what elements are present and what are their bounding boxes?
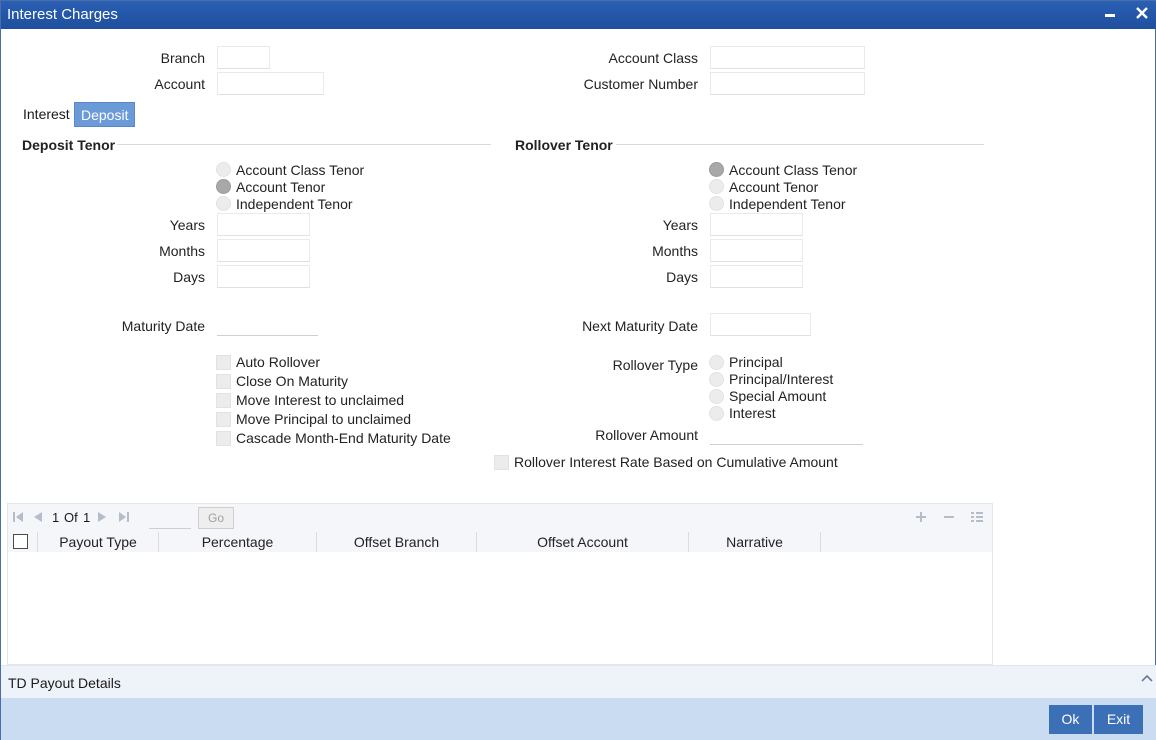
current-page: 1 bbox=[52, 510, 60, 525]
window-title: Interest Charges bbox=[7, 6, 118, 23]
close-icon[interactable] bbox=[1131, 4, 1153, 26]
action-bar: Ok Exit bbox=[1, 698, 1156, 740]
close-on-maturity-label: Close On Maturity bbox=[236, 373, 349, 389]
rollover-type-principal-radio[interactable] bbox=[709, 355, 724, 370]
col-offset-account[interactable]: Offset Account bbox=[477, 532, 689, 552]
title-bar: Interest Charges bbox=[1, 1, 1156, 29]
rollover-tenor-divider bbox=[616, 144, 984, 145]
next-maturity-date-label: Next Maturity Date bbox=[582, 318, 698, 334]
move-principal-unclaimed-checkbox[interactable] bbox=[216, 412, 231, 427]
rollover-account-tenor-radio[interactable] bbox=[709, 179, 724, 194]
rollover-account-tenor-label: Account Tenor bbox=[729, 179, 819, 195]
rollover-type-special-amount-label: Special Amount bbox=[729, 388, 827, 404]
rollover-type-interest-radio[interactable] bbox=[709, 406, 724, 421]
next-maturity-date-field[interactable] bbox=[710, 313, 811, 336]
col-percentage[interactable]: Percentage bbox=[159, 532, 317, 552]
deposit-tenor-heading: Deposit Tenor bbox=[22, 137, 116, 153]
deposit-years-field[interactable] bbox=[217, 213, 310, 236]
deposit-years-label: Years bbox=[169, 217, 205, 233]
branch-field[interactable] bbox=[217, 46, 270, 69]
account-class-field[interactable] bbox=[710, 46, 865, 69]
td-payout-grid: 1 Of 1 Go Payout Type Percentage Offset … bbox=[7, 503, 993, 665]
move-interest-unclaimed-label: Move Interest to unclaimed bbox=[236, 392, 405, 408]
add-row-icon[interactable] bbox=[914, 510, 928, 527]
select-all-cell bbox=[8, 532, 38, 552]
grid-pager: 1 Of 1 Go bbox=[8, 504, 992, 532]
tab-deposit[interactable]: Deposit bbox=[74, 102, 136, 127]
rollover-type-principal-label: Principal bbox=[729, 354, 783, 370]
prev-page-icon[interactable] bbox=[32, 511, 44, 526]
col-narrative[interactable]: Narrative bbox=[689, 532, 821, 552]
rollover-type-principal-interest-label: Principal/Interest bbox=[729, 371, 834, 387]
rollover-type-special-amount-radio[interactable] bbox=[709, 389, 724, 404]
rollover-days-field[interactable] bbox=[710, 265, 803, 288]
deposit-days-field[interactable] bbox=[217, 265, 310, 288]
cumulative-amount-checkbox[interactable] bbox=[494, 455, 509, 470]
deposit-months-label: Months bbox=[159, 243, 205, 259]
col-payout-type[interactable]: Payout Type bbox=[38, 532, 159, 552]
exit-button[interactable]: Exit bbox=[1094, 705, 1143, 734]
rollover-days-label: Days bbox=[666, 269, 698, 285]
minimize-icon[interactable] bbox=[1099, 4, 1121, 26]
next-page-icon[interactable] bbox=[96, 511, 108, 526]
total-pages: 1 bbox=[83, 510, 91, 525]
tab-interest[interactable]: Interest bbox=[17, 102, 76, 127]
ok-button[interactable]: Ok bbox=[1049, 705, 1092, 734]
rollover-amount-label: Rollover Amount bbox=[595, 427, 698, 443]
interest-charges-window: Interest Charges Branch Account Account … bbox=[0, 0, 1156, 740]
page-number-input[interactable] bbox=[149, 508, 191, 529]
rollover-type-interest-label: Interest bbox=[729, 405, 776, 421]
col-filler bbox=[821, 532, 992, 552]
rollover-tenor-heading: Rollover Tenor bbox=[515, 137, 613, 153]
deposit-tenor-divider bbox=[117, 144, 491, 145]
branch-label: Branch bbox=[160, 50, 205, 66]
td-payout-details-label: TD Payout Details bbox=[8, 675, 121, 691]
deposit-account-tenor-label: Account Tenor bbox=[236, 179, 326, 195]
rollover-independent-tenor-label: Independent Tenor bbox=[729, 196, 846, 212]
account-field[interactable] bbox=[217, 72, 324, 95]
account-class-label: Account Class bbox=[608, 50, 698, 66]
single-view-icon[interactable] bbox=[970, 510, 984, 527]
rollover-type-label: Rollover Type bbox=[612, 357, 698, 373]
deposit-months-field[interactable] bbox=[217, 239, 310, 262]
account-label: Account bbox=[154, 76, 205, 92]
rollover-account-class-tenor-radio[interactable] bbox=[709, 162, 724, 177]
rollover-amount-field[interactable] bbox=[710, 422, 863, 445]
deposit-account-class-tenor-label: Account Class Tenor bbox=[236, 162, 365, 178]
auto-rollover-checkbox[interactable] bbox=[216, 355, 231, 370]
rollover-years-label: Years bbox=[662, 217, 698, 233]
collapse-icon[interactable] bbox=[1141, 670, 1153, 686]
maturity-date-field[interactable] bbox=[217, 313, 318, 336]
delete-row-icon[interactable] bbox=[942, 510, 956, 527]
move-interest-unclaimed-checkbox[interactable] bbox=[216, 393, 231, 408]
select-all-checkbox[interactable] bbox=[13, 534, 28, 549]
deposit-account-class-tenor-radio[interactable] bbox=[216, 162, 231, 177]
deposit-account-tenor-radio[interactable] bbox=[216, 179, 231, 194]
last-page-icon[interactable] bbox=[118, 511, 130, 526]
cumulative-amount-label: Rollover Interest Rate Based on Cumulati… bbox=[514, 454, 838, 470]
rollover-account-class-tenor-label: Account Class Tenor bbox=[729, 162, 858, 178]
td-payout-details-bar: TD Payout Details bbox=[1, 665, 1156, 698]
rollover-months-label: Months bbox=[652, 243, 698, 259]
col-offset-branch[interactable]: Offset Branch bbox=[317, 532, 477, 552]
page-of-label: Of bbox=[64, 510, 78, 525]
deposit-independent-tenor-label: Independent Tenor bbox=[236, 196, 353, 212]
go-button[interactable]: Go bbox=[198, 507, 234, 529]
rollover-independent-tenor-radio[interactable] bbox=[709, 196, 724, 211]
cascade-month-end-checkbox[interactable] bbox=[216, 431, 231, 446]
auto-rollover-label: Auto Rollover bbox=[236, 354, 321, 370]
rollover-type-principal-interest-radio[interactable] bbox=[709, 372, 724, 387]
customer-number-field[interactable] bbox=[710, 72, 865, 95]
move-principal-unclaimed-label: Move Principal to unclaimed bbox=[236, 411, 412, 427]
deposit-independent-tenor-radio[interactable] bbox=[216, 196, 231, 211]
close-on-maturity-checkbox[interactable] bbox=[216, 374, 231, 389]
first-page-icon[interactable] bbox=[12, 511, 24, 526]
rollover-months-field[interactable] bbox=[710, 239, 803, 262]
maturity-date-label: Maturity Date bbox=[121, 318, 205, 334]
deposit-days-label: Days bbox=[173, 269, 205, 285]
customer-number-label: Customer Number bbox=[583, 76, 698, 92]
rollover-years-field[interactable] bbox=[710, 213, 803, 236]
cascade-month-end-label: Cascade Month-End Maturity Date bbox=[236, 430, 451, 446]
